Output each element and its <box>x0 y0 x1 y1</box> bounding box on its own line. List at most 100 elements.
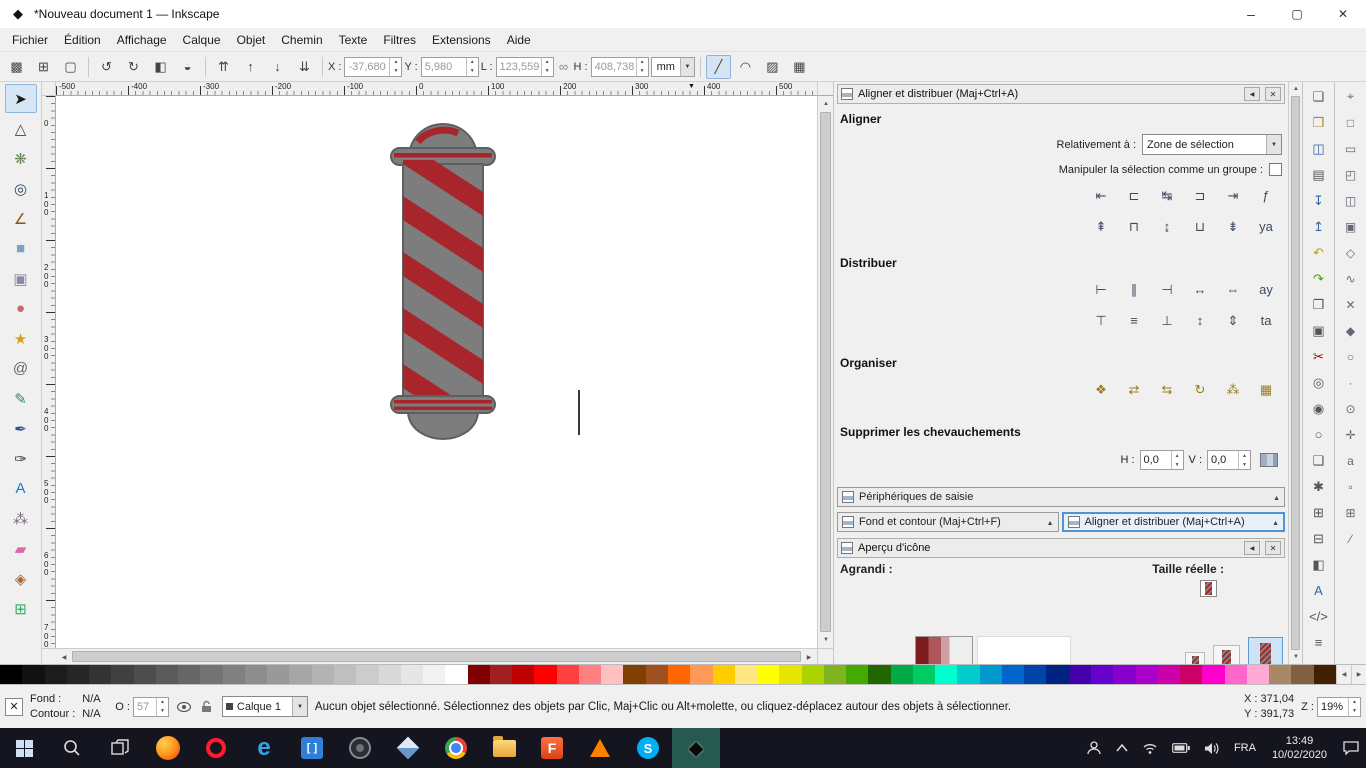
export-button[interactable]: ↥ <box>1305 214 1332 239</box>
xml-editor-button[interactable]: </> <box>1305 604 1332 629</box>
menu-item[interactable]: Chemin <box>273 30 330 50</box>
menu-item[interactable]: Calque <box>175 30 229 50</box>
align-dialog-button[interactable]: ≡ <box>1305 630 1332 655</box>
layer-dropdown[interactable]: Calque 1 <box>221 696 308 717</box>
distribute-text-baselines-button[interactable]: ta <box>1251 309 1281 332</box>
color-swatch[interactable] <box>489 665 513 684</box>
hidden-icons-chevron-icon[interactable] <box>1109 728 1135 768</box>
dock-scrollbar[interactable] <box>1288 82 1303 664</box>
duplicate-button[interactable]: ❑ <box>1305 448 1332 473</box>
lock-ratio-icon[interactable]: ∞ <box>556 55 572 79</box>
redo-button[interactable]: ↷ <box>1305 266 1332 291</box>
exchange-positions-selection-order-button[interactable]: ⇄ <box>1119 378 1149 401</box>
select-all-layers-button[interactable]: ⊞ <box>31 55 56 79</box>
star-tool[interactable]: ★ <box>5 324 37 353</box>
distribute-centers-horizontally-button[interactable]: ∥ <box>1119 278 1149 301</box>
icon-size-preview-32[interactable] <box>1248 637 1283 664</box>
open-document-button[interactable]: ❒ <box>1305 110 1332 135</box>
spin-down-icon[interactable] <box>1239 460 1250 469</box>
fill-stroke-dialog-button[interactable]: ◧ <box>1305 552 1332 577</box>
y-input[interactable]: 5,980 <box>420 56 479 77</box>
menu-item[interactable]: Édition <box>56 30 109 50</box>
vertical-ruler[interactable]: 0 100 200 300 400 500 600 700 <box>42 96 56 648</box>
menu-item[interactable]: Filtres <box>375 30 424 50</box>
snap-smooth-nodes-button[interactable]: ○ <box>1337 344 1364 369</box>
distribute-bottom-edges-button[interactable]: ⊥ <box>1152 309 1182 332</box>
battery-icon[interactable] <box>1165 728 1197 768</box>
people-icon[interactable] <box>1079 728 1109 768</box>
snap-nodes-button[interactable]: ◇ <box>1337 240 1364 265</box>
make-vertical-gaps-equal-button[interactable]: ↕ <box>1185 309 1215 332</box>
start-button[interactable] <box>0 728 48 768</box>
color-swatch[interactable] <box>1157 665 1181 684</box>
affect-gradients-toggle[interactable]: ▨ <box>760 55 785 79</box>
color-swatch[interactable] <box>623 665 646 684</box>
pencil-tool[interactable]: ✎ <box>5 384 37 413</box>
spin-up-icon[interactable] <box>1349 698 1360 707</box>
snap-midpoints-button[interactable]: · <box>1337 370 1364 395</box>
color-swatch[interactable] <box>1046 665 1069 684</box>
spin-up-icon[interactable] <box>1172 451 1183 460</box>
snap-bbox-edges-button[interactable]: ▭ <box>1337 136 1364 161</box>
layer-visibility-eye-icon[interactable] <box>176 699 192 715</box>
color-swatch[interactable] <box>66 665 90 684</box>
scroll-right-icon[interactable] <box>801 649 817 664</box>
color-swatch[interactable] <box>423 665 446 684</box>
chevron-down-icon[interactable] <box>1266 135 1281 154</box>
color-swatch[interactable] <box>1291 665 1314 684</box>
color-swatch[interactable] <box>22 665 45 684</box>
spin-down-icon[interactable] <box>542 67 553 76</box>
zoom-tool[interactable]: ◎ <box>5 174 37 203</box>
color-swatch[interactable] <box>779 665 802 684</box>
maximize-button[interactable] <box>1274 0 1320 28</box>
panel-shade-button[interactable] <box>1244 87 1260 101</box>
zoom-drawing-button[interactable]: ◉ <box>1305 396 1332 421</box>
align-top-to-anchor-bottom-button[interactable]: ⇟ <box>1218 215 1248 238</box>
distribute-left-edges-button[interactable]: ⊢ <box>1086 278 1116 301</box>
color-swatch[interactable] <box>957 665 980 684</box>
align-left-to-anchor-right-button[interactable]: ⇥ <box>1218 184 1248 207</box>
search-button[interactable] <box>48 728 96 768</box>
raise-to-top-button[interactable]: ⇈ <box>211 55 236 79</box>
canvas[interactable] <box>56 96 817 648</box>
text-anchor-horizontal-button[interactable]: ƒ <box>1251 184 1281 207</box>
color-swatch[interactable] <box>133 665 156 684</box>
distribute-vertical-anchors-button[interactable]: ⇕ <box>1218 309 1248 332</box>
measure-tool[interactable]: ∠ <box>5 204 37 233</box>
menu-item[interactable]: Texte <box>331 30 376 50</box>
color-swatch[interactable] <box>244 665 268 684</box>
color-swatch[interactable] <box>1180 665 1203 684</box>
node-tool[interactable]: △ <box>5 114 37 143</box>
clock[interactable]: 13:49 10/02/2020 <box>1263 734 1336 762</box>
lower-button[interactable]: ↓ <box>265 55 290 79</box>
color-swatch[interactable] <box>935 665 958 684</box>
color-swatch[interactable] <box>1202 665 1225 684</box>
menu-item[interactable]: Aide <box>499 30 539 50</box>
color-swatch[interactable] <box>356 665 379 684</box>
color-swatch[interactable] <box>712 665 735 684</box>
flip-vertical-button[interactable]: ◒ <box>175 55 200 79</box>
lower-to-bottom-button[interactable]: ⇊ <box>292 55 317 79</box>
spin-up-icon[interactable] <box>157 698 168 707</box>
align-left-edges-button[interactable]: ⊏ <box>1119 184 1149 207</box>
color-swatch[interactable] <box>890 665 913 684</box>
exchange-positions-clockwise-button[interactable]: ↻ <box>1185 378 1215 401</box>
icon-size-preview-24[interactable] <box>1213 645 1240 664</box>
snap-toggle-button[interactable]: ⌖ <box>1337 84 1364 109</box>
color-swatch[interactable] <box>267 665 290 684</box>
spin-down-icon[interactable] <box>467 67 478 76</box>
arrange-as-graph-button[interactable]: ❖ <box>1086 378 1116 401</box>
print-button[interactable]: ▤ <box>1305 162 1332 187</box>
affect-corners-toggle[interactable]: ◠ <box>733 55 758 79</box>
color-swatch[interactable] <box>556 665 579 684</box>
center-on-vertical-axis-button[interactable]: ↹ <box>1152 184 1182 207</box>
paste-button[interactable]: ▣ <box>1305 318 1332 343</box>
unclump-button[interactable]: ▦ <box>1251 378 1281 401</box>
distribute-text-anchors-button[interactable]: ay <box>1251 278 1281 301</box>
horizontal-scrollbar-thumb[interactable] <box>72 651 801 662</box>
center-on-horizontal-axis-button[interactable]: ↨ <box>1152 215 1182 238</box>
text-dialog-button[interactable]: A <box>1305 578 1332 603</box>
color-swatch[interactable] <box>311 665 334 684</box>
spin-down-icon[interactable] <box>1172 460 1183 469</box>
calligraphy-tool[interactable]: ✑ <box>5 444 37 473</box>
